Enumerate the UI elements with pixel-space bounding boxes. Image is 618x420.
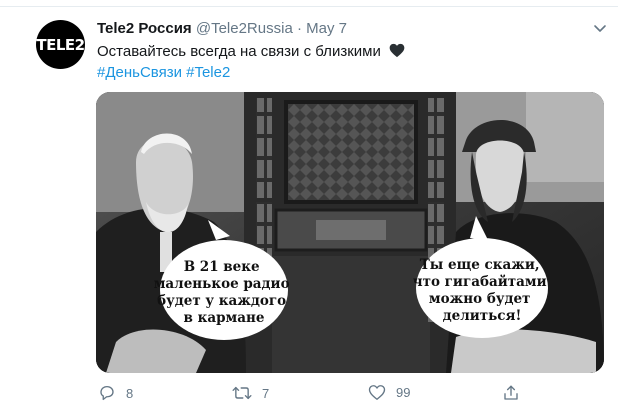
bubble-left-line-4: в кармане <box>184 310 265 326</box>
display-name[interactable]: Tele2 Россия <box>97 20 192 37</box>
avatar-logo-text: TELE2 <box>36 35 85 54</box>
retweet-icon <box>232 386 252 400</box>
retweet-count: 7 <box>262 385 270 401</box>
reply-icon <box>100 385 114 401</box>
share-icon <box>504 385 518 400</box>
like-button[interactable]: 99 <box>368 384 410 401</box>
tweet-header: Tele2 Россия @Tele2Russia · May 7 <box>97 19 347 39</box>
separator-dot: · <box>296 20 302 37</box>
like-count: 99 <box>396 385 411 400</box>
share-button[interactable] <box>502 384 520 402</box>
bubble-left-line-3: будет у каждого <box>157 293 286 309</box>
retweet-button[interactable]: 7 <box>232 384 269 402</box>
tweet-text: Оставайтесь всегда на связи с близкими #… <box>97 41 597 83</box>
bubble-right-line-1: Ты еще скажи, <box>420 257 540 273</box>
bubble-left-line-2: маленькое радио <box>154 276 290 292</box>
black-heart-icon <box>389 43 405 58</box>
tweet-date[interactable]: May 7 <box>306 20 347 37</box>
tweet-actions: 8 7 99 <box>96 384 606 406</box>
reply-button[interactable]: 8 <box>98 384 133 402</box>
photo-illustration: В 21 веке маленькое радио будет у каждог… <box>96 92 604 373</box>
chevron-down-icon[interactable] <box>592 20 608 36</box>
user-handle[interactable]: @Tele2Russia <box>196 20 293 37</box>
avatar[interactable]: TELE2 <box>36 20 85 69</box>
bubble-right-line-2: что гигабайтами <box>413 274 547 290</box>
bubble-right-line-4: делиться! <box>443 308 522 324</box>
reply-count: 8 <box>126 385 134 401</box>
top-divider <box>0 6 618 7</box>
tweet-image[interactable]: В 21 веке маленькое радио будет у каждог… <box>96 92 604 373</box>
bubble-left-line-1: В 21 веке <box>184 259 260 275</box>
tweet-body: Оставайтесь всегда на связи с близкими <box>97 43 381 60</box>
heart-icon <box>368 385 386 400</box>
hashtags[interactable]: #ДеньСвязи #Tele2 <box>97 62 597 83</box>
bubble-right-line-3: можно будет <box>429 291 531 307</box>
